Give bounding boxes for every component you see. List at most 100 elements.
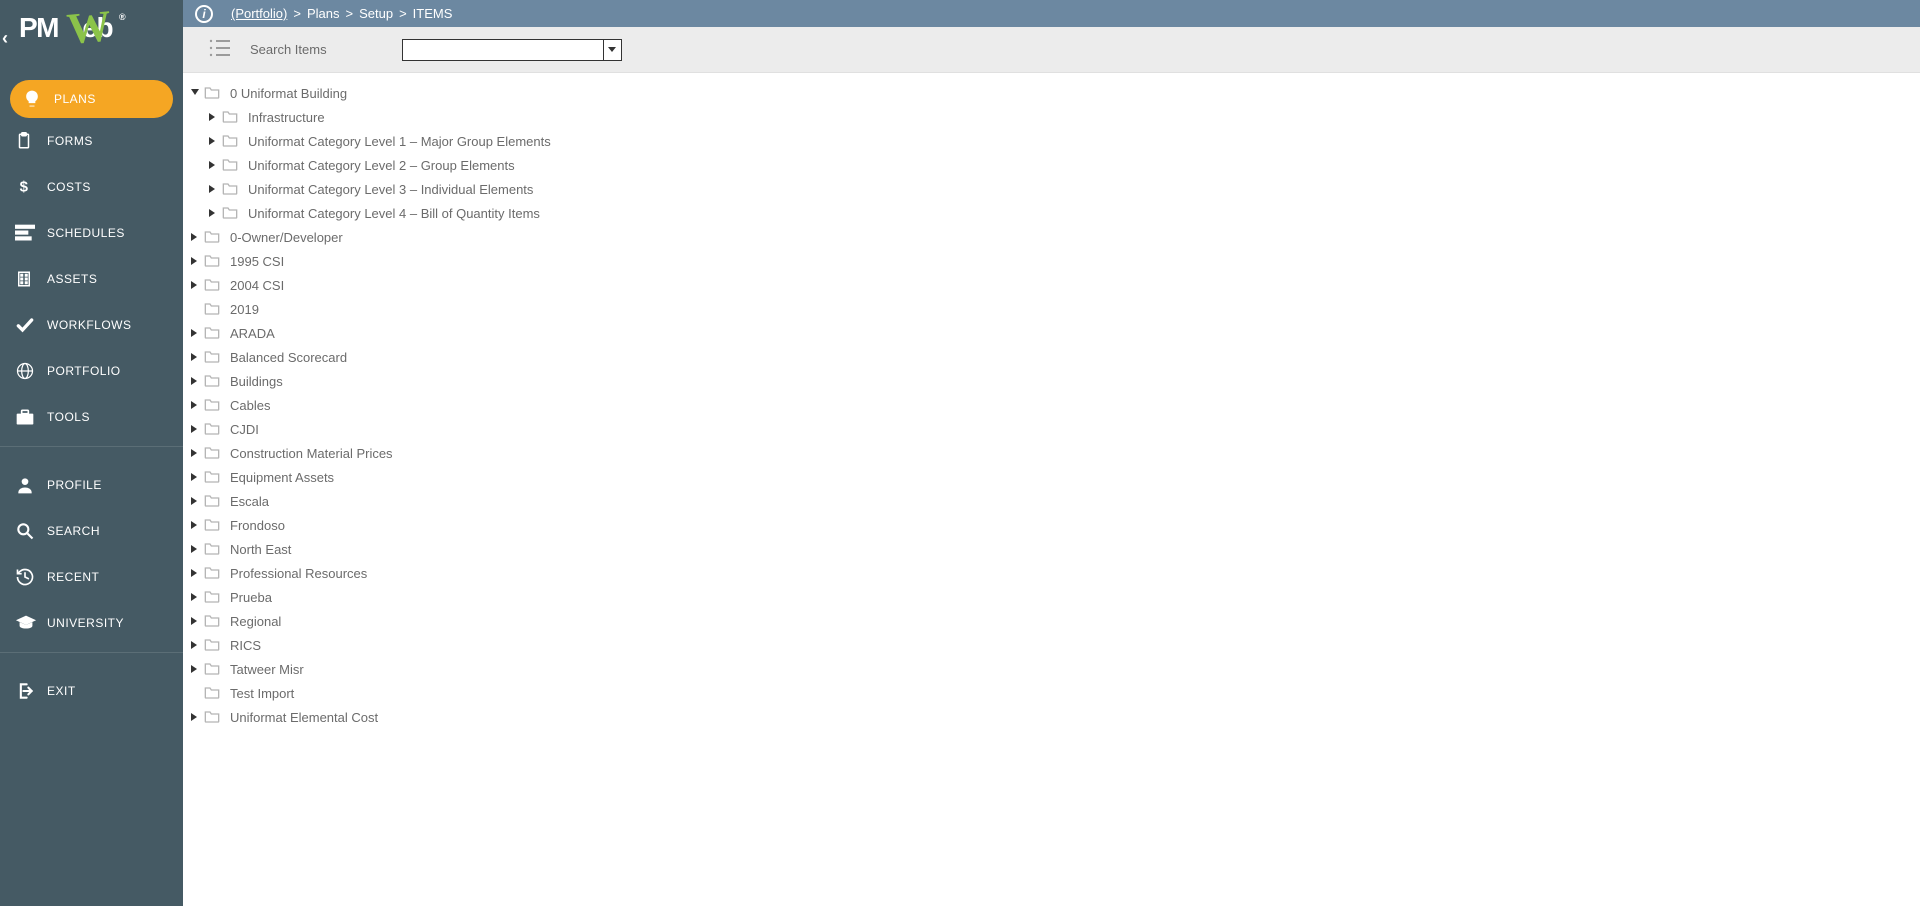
tree-node-label: Prueba (230, 590, 272, 605)
tree-node[interactable]: Balanced Scorecard (183, 345, 1920, 369)
expand-icon[interactable] (207, 113, 219, 121)
tree-node-label: Tatweer Misr (230, 662, 304, 677)
tree-node[interactable]: Tatweer Misr (183, 657, 1920, 681)
nav-label: SCHEDULES (47, 226, 125, 240)
nav-item-portfolio[interactable]: PORTFOLIO (0, 348, 183, 394)
nav-item-forms[interactable]: FORMS (0, 118, 183, 164)
search-combo[interactable] (402, 39, 622, 61)
folder-icon (204, 373, 220, 390)
tree-node[interactable]: Uniformat Category Level 1 – Major Group… (183, 129, 1920, 153)
tree-node[interactable]: Buildings (183, 369, 1920, 393)
tree-node-label: RICS (230, 638, 261, 653)
nav-item-exit[interactable]: EXIT (0, 668, 183, 714)
nav-item-schedules[interactable]: SCHEDULES (0, 210, 183, 256)
expand-icon[interactable] (207, 209, 219, 217)
expand-icon[interactable] (189, 497, 201, 505)
tree-node[interactable]: RICS (183, 633, 1920, 657)
nav-label: UNIVERSITY (47, 616, 124, 630)
tree-node[interactable]: 2019 (183, 297, 1920, 321)
expand-icon[interactable] (189, 449, 201, 457)
expand-icon[interactable] (207, 185, 219, 193)
expand-icon[interactable] (189, 593, 201, 601)
nav-item-search[interactable]: SEARCH (0, 508, 183, 554)
expand-icon[interactable] (189, 281, 201, 289)
tree-node[interactable]: Construction Material Prices (183, 441, 1920, 465)
tree-node-label: Frondoso (230, 518, 285, 533)
tree-node[interactable]: Uniformat Category Level 4 – Bill of Qua… (183, 201, 1920, 225)
tree-node-label: ARADA (230, 326, 275, 341)
tree-node[interactable]: Uniformat Category Level 3 – Individual … (183, 177, 1920, 201)
logo[interactable]: ‹ PMWeb W ® (0, 0, 183, 55)
tree-node[interactable]: North East (183, 537, 1920, 561)
nav-item-tools[interactable]: TOOLS (0, 394, 183, 440)
folder-icon (204, 301, 220, 318)
expand-icon[interactable] (189, 617, 201, 625)
expand-icon[interactable] (189, 329, 201, 337)
bulb-icon (22, 89, 54, 109)
tree-node[interactable]: CJDI (183, 417, 1920, 441)
history-icon (15, 567, 47, 587)
search-input[interactable] (403, 40, 603, 60)
folder-icon (204, 445, 220, 462)
nav-item-workflows[interactable]: WORKFLOWS (0, 302, 183, 348)
expand-icon[interactable] (189, 569, 201, 577)
folder-icon (222, 133, 238, 150)
nav-tertiary: EXIT (0, 653, 183, 714)
nav-label: PORTFOLIO (47, 364, 121, 378)
tree-node[interactable]: Equipment Assets (183, 465, 1920, 489)
expand-icon[interactable] (189, 641, 201, 649)
tree-node-label: Uniformat Elemental Cost (230, 710, 378, 725)
expand-icon[interactable] (189, 425, 201, 433)
search-dropdown-button[interactable] (603, 40, 621, 60)
tree-node[interactable]: Prueba (183, 585, 1920, 609)
nav-item-profile[interactable]: PROFILE (0, 462, 183, 508)
expand-icon[interactable] (207, 137, 219, 145)
expand-icon[interactable] (207, 161, 219, 169)
tree-node[interactable]: ARADA (183, 321, 1920, 345)
tree-node[interactable]: Test Import (183, 681, 1920, 705)
back-chevron-icon[interactable]: ‹ (2, 28, 8, 49)
tree-node-label: Uniformat Category Level 4 – Bill of Qua… (248, 206, 540, 221)
expand-icon[interactable] (189, 713, 201, 721)
breadcrumb-part-plans[interactable]: Plans (307, 6, 340, 21)
info-icon[interactable]: i (195, 5, 213, 23)
tree-node[interactable]: Uniformat Elemental Cost (183, 705, 1920, 729)
tree-node[interactable]: Frondoso (183, 513, 1920, 537)
tree-node[interactable]: Professional Resources (183, 561, 1920, 585)
tree-node[interactable]: 0-Owner/Developer (183, 225, 1920, 249)
nav-label: TOOLS (47, 410, 90, 424)
collapse-icon[interactable] (189, 89, 201, 97)
nav-label: FORMS (47, 134, 93, 148)
tree-node-label: Uniformat Category Level 1 – Major Group… (248, 134, 551, 149)
expand-icon[interactable] (189, 353, 201, 361)
tree-node[interactable]: Infrastructure (183, 105, 1920, 129)
tree-node[interactable]: Cables (183, 393, 1920, 417)
folder-icon (204, 541, 220, 558)
expand-icon[interactable] (189, 545, 201, 553)
expand-icon[interactable] (189, 401, 201, 409)
expand-icon[interactable] (189, 377, 201, 385)
tree-node-label: Uniformat Category Level 2 – Group Eleme… (248, 158, 515, 173)
list-numbered-icon[interactable] (208, 38, 230, 61)
tree-node[interactable]: 0 Uniformat Building (183, 81, 1920, 105)
tree-node[interactable]: Escala (183, 489, 1920, 513)
nav-item-costs[interactable]: $COSTS (0, 164, 183, 210)
folder-icon (204, 565, 220, 582)
nav-item-recent[interactable]: RECENT (0, 554, 183, 600)
tree-node[interactable]: 2004 CSI (183, 273, 1920, 297)
expand-icon[interactable] (189, 665, 201, 673)
breadcrumb-part-setup[interactable]: Setup (359, 6, 393, 21)
expand-icon[interactable] (189, 521, 201, 529)
folder-icon (204, 589, 220, 606)
expand-icon[interactable] (189, 233, 201, 241)
nav-item-assets[interactable]: ASSETS (0, 256, 183, 302)
breadcrumb-link-portfolio[interactable]: (Portfolio) (231, 6, 287, 21)
nav-item-university[interactable]: UNIVERSITY (0, 600, 183, 646)
nav-item-plans[interactable]: PLANS (10, 80, 173, 118)
tree-node[interactable]: Uniformat Category Level 2 – Group Eleme… (183, 153, 1920, 177)
tree-node[interactable]: Regional (183, 609, 1920, 633)
expand-icon[interactable] (189, 257, 201, 265)
tree-node[interactable]: 1995 CSI (183, 249, 1920, 273)
tree-node-label: Test Import (230, 686, 294, 701)
expand-icon[interactable] (189, 473, 201, 481)
